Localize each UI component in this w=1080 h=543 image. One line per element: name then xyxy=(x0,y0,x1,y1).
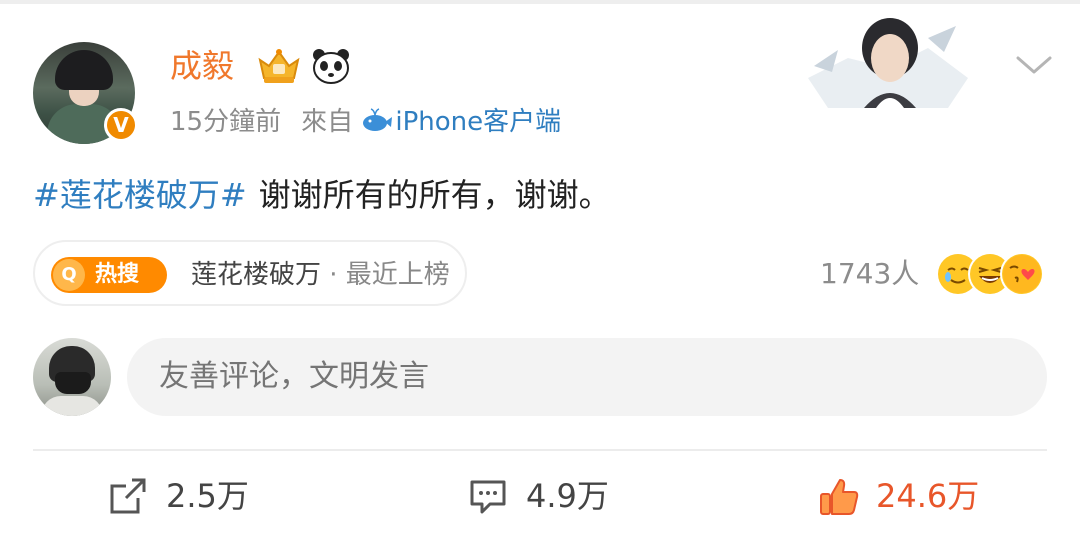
like-button[interactable]: 24.6万 xyxy=(818,474,998,518)
post-content: #莲花楼破万# 谢谢所有的所有，谢谢。 xyxy=(33,170,611,220)
whale-icon xyxy=(363,108,393,131)
vip-crown-icon[interactable] xyxy=(256,46,302,86)
hot-search-topic: 莲花楼破万 xyxy=(191,260,322,290)
chevron-down-icon[interactable] xyxy=(1014,50,1054,80)
comment-input[interactable] xyxy=(127,338,1047,416)
hot-search-pill[interactable]: Q 热搜 莲花楼破万 · 最近上榜 xyxy=(33,240,467,306)
share-icon xyxy=(110,478,146,514)
card-decoration-banner xyxy=(808,18,968,108)
reaction-count[interactable]: 1743人 xyxy=(820,254,919,294)
avatar-mask xyxy=(55,372,91,394)
comment-count: 4.9万 xyxy=(526,477,609,515)
comment-icon xyxy=(470,480,506,514)
kiss-heart-emoji[interactable] xyxy=(1002,254,1042,294)
hot-search-badge-label: 热搜 xyxy=(95,262,140,287)
actions-divider xyxy=(33,449,1047,451)
like-count: 24.6万 xyxy=(876,477,980,515)
post-meta: 15分鐘前 來自 iPhone客户端 xyxy=(170,104,561,140)
hot-search-text: 莲花楼破万 · 最近上榜 xyxy=(191,257,450,293)
hot-search-badge: Q 热搜 xyxy=(51,257,167,293)
source-prefix: 來自 xyxy=(301,107,354,137)
comment-button[interactable]: 4.9万 xyxy=(468,474,628,518)
hashtag-link[interactable]: #莲花楼破万# xyxy=(33,176,247,214)
avatar-body xyxy=(41,396,103,416)
source-device-link[interactable]: iPhone客户端 xyxy=(395,107,561,137)
post-text: 谢谢所有的所有，谢谢。 xyxy=(258,176,611,214)
search-icon: Q xyxy=(53,259,85,291)
verified-badge-icon: V xyxy=(104,108,138,142)
current-user-avatar[interactable] xyxy=(33,338,111,416)
avatar-hair xyxy=(55,50,113,90)
share-button[interactable]: 2.5万 xyxy=(108,474,268,518)
post-time: 15分鐘前 xyxy=(170,107,282,137)
top-divider xyxy=(0,0,1080,4)
thumbs-up-icon xyxy=(820,479,859,515)
author-name[interactable]: 成毅 xyxy=(170,44,234,88)
panda-icon[interactable] xyxy=(311,46,351,86)
share-count: 2.5万 xyxy=(166,477,249,515)
hot-search-status: · 最近上榜 xyxy=(321,260,450,290)
